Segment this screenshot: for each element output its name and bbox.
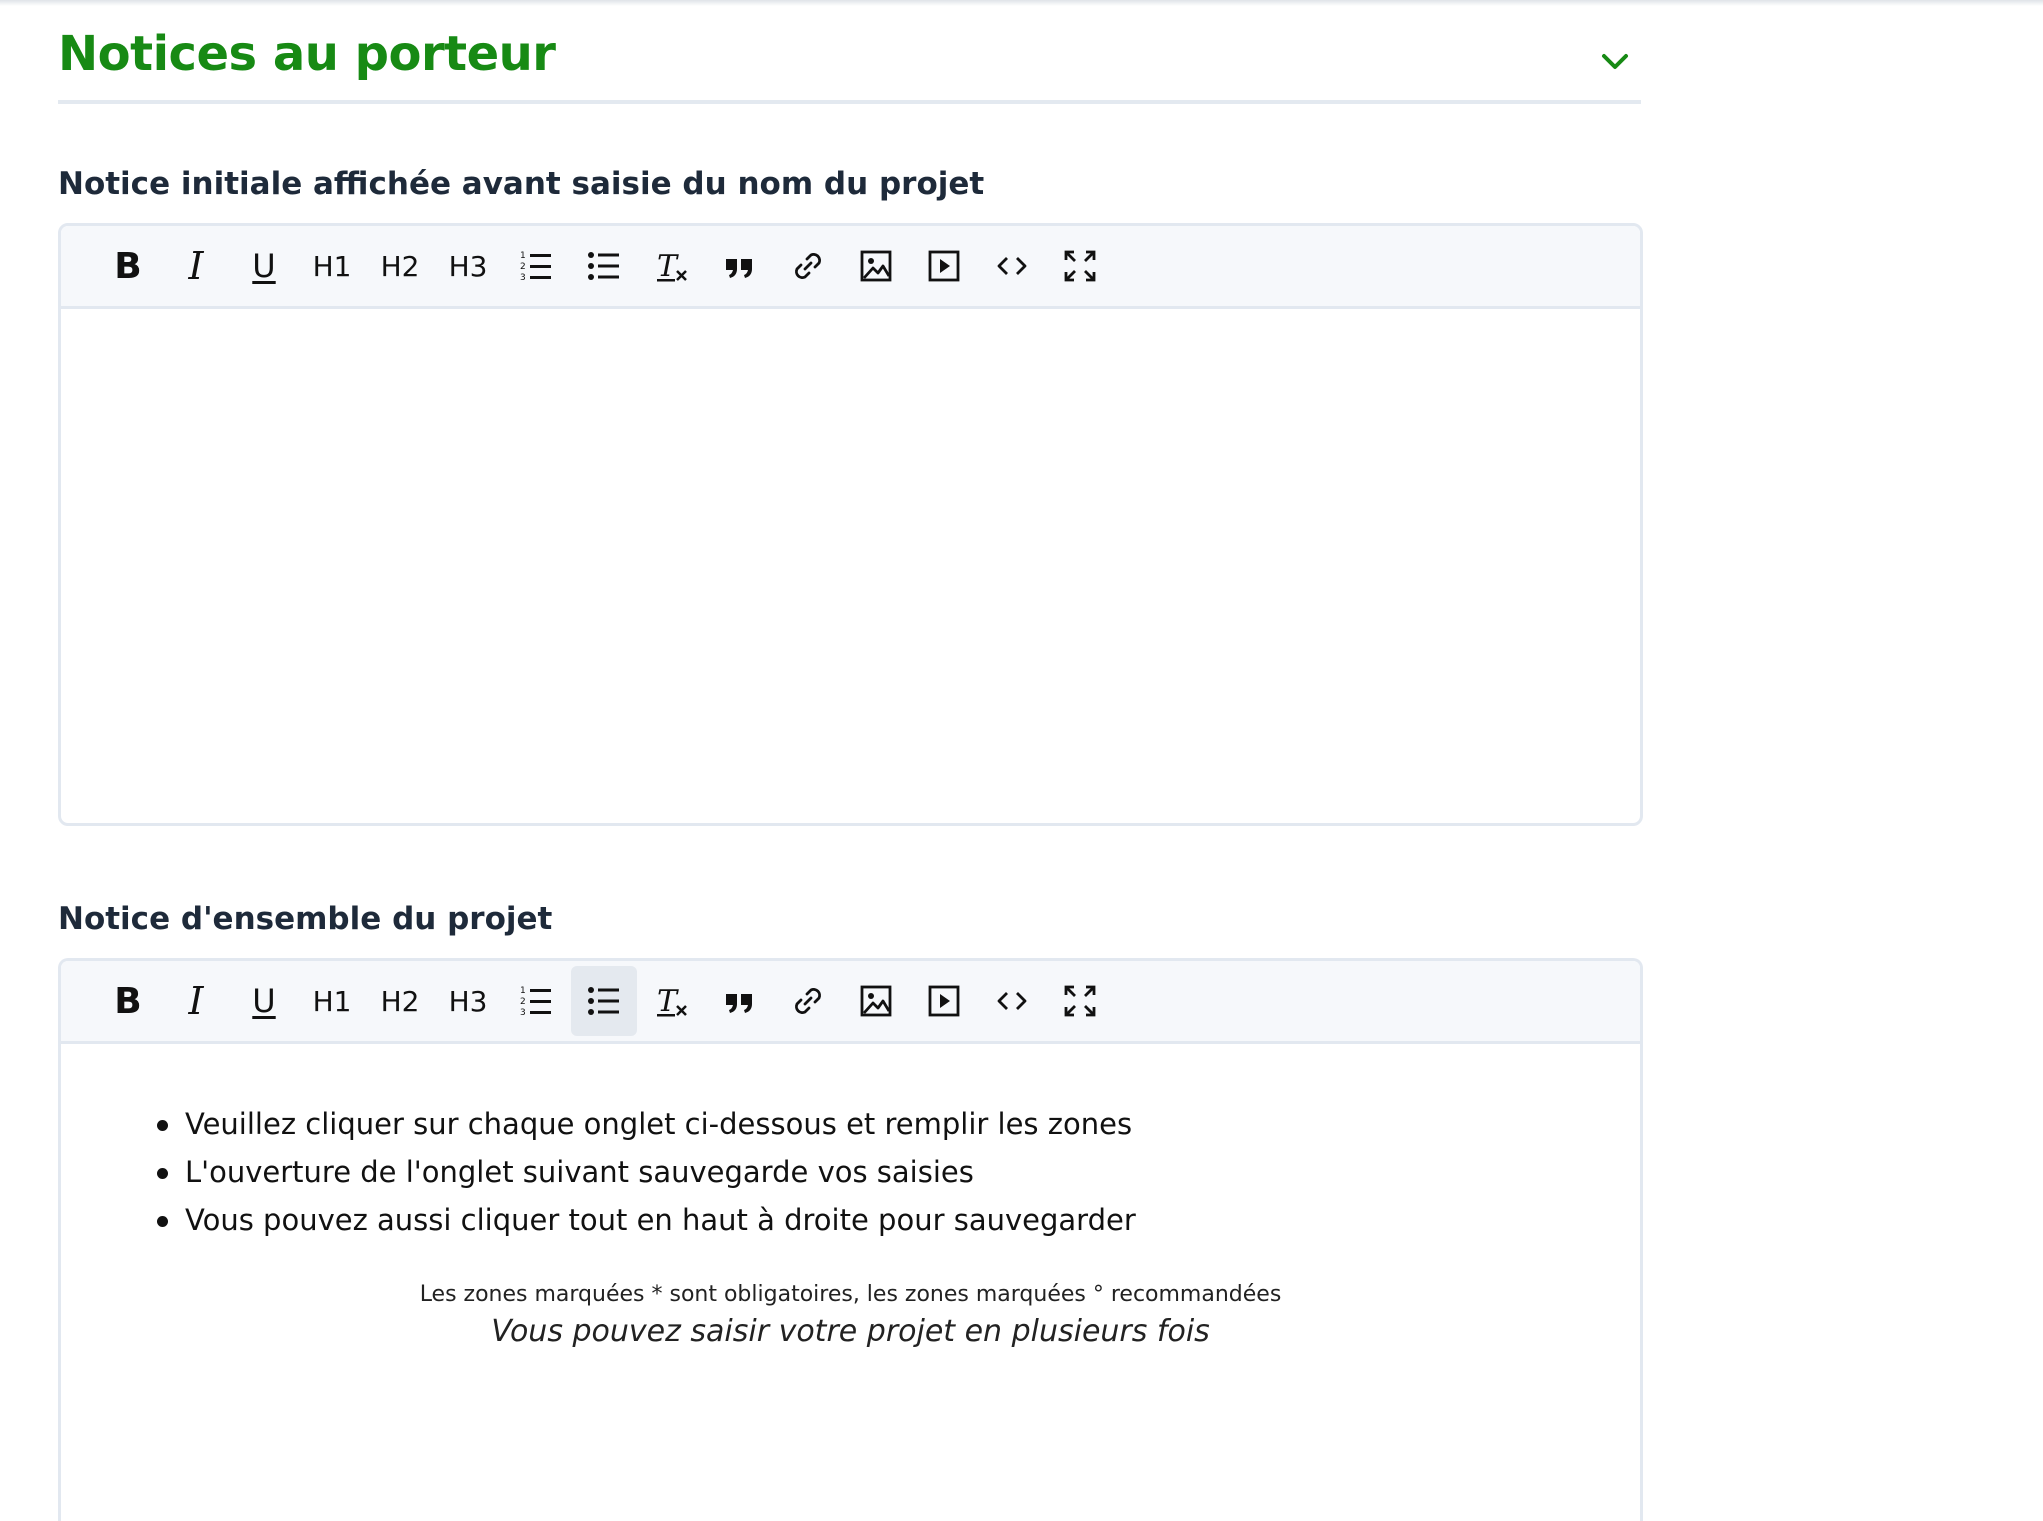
italic-button[interactable]: I: [163, 966, 229, 1036]
ordered-list-icon: 123: [520, 251, 551, 283]
collapse-button[interactable]: [1589, 36, 1641, 88]
h3-label: H3: [448, 984, 488, 1018]
fullscreen-button[interactable]: [1047, 966, 1113, 1036]
editor1-label: Notice initiale affichée avant saisie du…: [58, 166, 985, 202]
h1-button[interactable]: H1: [299, 966, 365, 1036]
underline-icon: U: [252, 982, 276, 1020]
h1-label: H1: [312, 984, 352, 1018]
bold-icon: B: [114, 245, 142, 287]
link-button[interactable]: [775, 966, 841, 1036]
svg-text:T: T: [657, 249, 679, 283]
video-icon: [928, 250, 960, 282]
editor1-toolbar: B I U H1 H2 H3 123 T: [61, 226, 1640, 309]
image-icon: [860, 250, 892, 282]
h3-button[interactable]: H3: [435, 966, 501, 1036]
bullet-list-icon: [588, 252, 619, 280]
h2-label: H2: [380, 984, 420, 1018]
quote-button[interactable]: [707, 231, 773, 301]
editor2: B I U H1 H2 H3 123 T Veuillez cliquer su…: [58, 958, 1643, 1521]
h1-label: H1: [312, 249, 352, 283]
list-item: Veuillez cliquer sur chaque onglet ci-de…: [157, 1100, 1640, 1148]
underline-icon: U: [252, 247, 276, 285]
svg-text:3: 3: [520, 1008, 526, 1018]
editor2-label: Notice d'ensemble du projet: [58, 901, 553, 937]
italic-icon: I: [188, 244, 204, 288]
code-icon: [997, 992, 1027, 1010]
editor1-content[interactable]: [61, 309, 1640, 820]
fullscreen-icon: [1064, 985, 1096, 1017]
bullet-list-icon: [588, 987, 619, 1015]
h2-label: H2: [380, 249, 420, 283]
bullet-list-button[interactable]: [571, 966, 637, 1036]
underline-button[interactable]: U: [231, 231, 297, 301]
bold-icon: B: [114, 980, 142, 1022]
image-icon: [860, 985, 892, 1017]
italic-button[interactable]: I: [163, 231, 229, 301]
top-shadow: [0, 0, 2043, 6]
section-title: Notices au porteur: [58, 26, 556, 82]
ordered-list-button[interactable]: 123: [503, 231, 569, 301]
italic-icon: I: [188, 979, 204, 1023]
quote-icon: [726, 994, 752, 1013]
fullscreen-button[interactable]: [1047, 231, 1113, 301]
svg-text:2: 2: [520, 262, 526, 272]
svg-text:T: T: [657, 984, 679, 1018]
required-fields-note: Les zones marquées * sont obligatoires, …: [419, 1282, 1282, 1307]
h3-label: H3: [448, 249, 488, 283]
clear-format-button[interactable]: T: [639, 231, 705, 301]
fullscreen-icon: [1064, 250, 1096, 282]
list-item: Vous pouvez aussi cliquer tout en haut à…: [157, 1196, 1640, 1244]
clear-format-icon: T: [657, 984, 687, 1018]
svg-text:2: 2: [520, 997, 526, 1007]
h2-button[interactable]: H2: [367, 966, 433, 1036]
chevron-down-icon: [1602, 54, 1628, 69]
video-button[interactable]: [911, 966, 977, 1036]
bullet-list: Veuillez cliquer sur chaque onglet ci-de…: [61, 1044, 1640, 1244]
svg-text:1: 1: [520, 986, 526, 996]
quote-button[interactable]: [707, 966, 773, 1036]
quote-icon: [726, 259, 752, 278]
clear-format-icon: T: [657, 249, 687, 283]
image-button[interactable]: [843, 966, 909, 1036]
ordered-list-icon: 123: [520, 986, 551, 1018]
list-item: L'ouverture de l'onglet suivant sauvegar…: [157, 1148, 1640, 1196]
clear-format-button[interactable]: T: [639, 966, 705, 1036]
editor2-content[interactable]: Veuillez cliquer sur chaque onglet ci-de…: [61, 1044, 1640, 1520]
h3-button[interactable]: H3: [435, 231, 501, 301]
svg-text:3: 3: [520, 273, 526, 283]
editor1: B I U H1 H2 H3 123 T: [58, 223, 1643, 826]
code-button[interactable]: [979, 231, 1045, 301]
ordered-list-button[interactable]: 123: [503, 966, 569, 1036]
image-button[interactable]: [843, 231, 909, 301]
section-header[interactable]: Notices au porteur: [58, 22, 1641, 104]
code-button[interactable]: [979, 966, 1045, 1036]
editor2-toolbar: B I U H1 H2 H3 123 T: [61, 961, 1640, 1044]
video-icon: [928, 985, 960, 1017]
bold-button[interactable]: B: [95, 966, 161, 1036]
link-icon: [795, 988, 821, 1014]
video-button[interactable]: [911, 231, 977, 301]
underline-button[interactable]: U: [231, 966, 297, 1036]
link-button[interactable]: [775, 231, 841, 301]
h1-button[interactable]: H1: [299, 231, 365, 301]
svg-text:1: 1: [520, 251, 526, 261]
multi-session-note: Vous pouvez saisir votre projet en plusi…: [491, 1314, 1210, 1349]
bold-button[interactable]: B: [95, 231, 161, 301]
bullet-list-button[interactable]: [571, 231, 637, 301]
h2-button[interactable]: H2: [367, 231, 433, 301]
code-icon: [997, 257, 1027, 275]
link-icon: [795, 253, 821, 279]
